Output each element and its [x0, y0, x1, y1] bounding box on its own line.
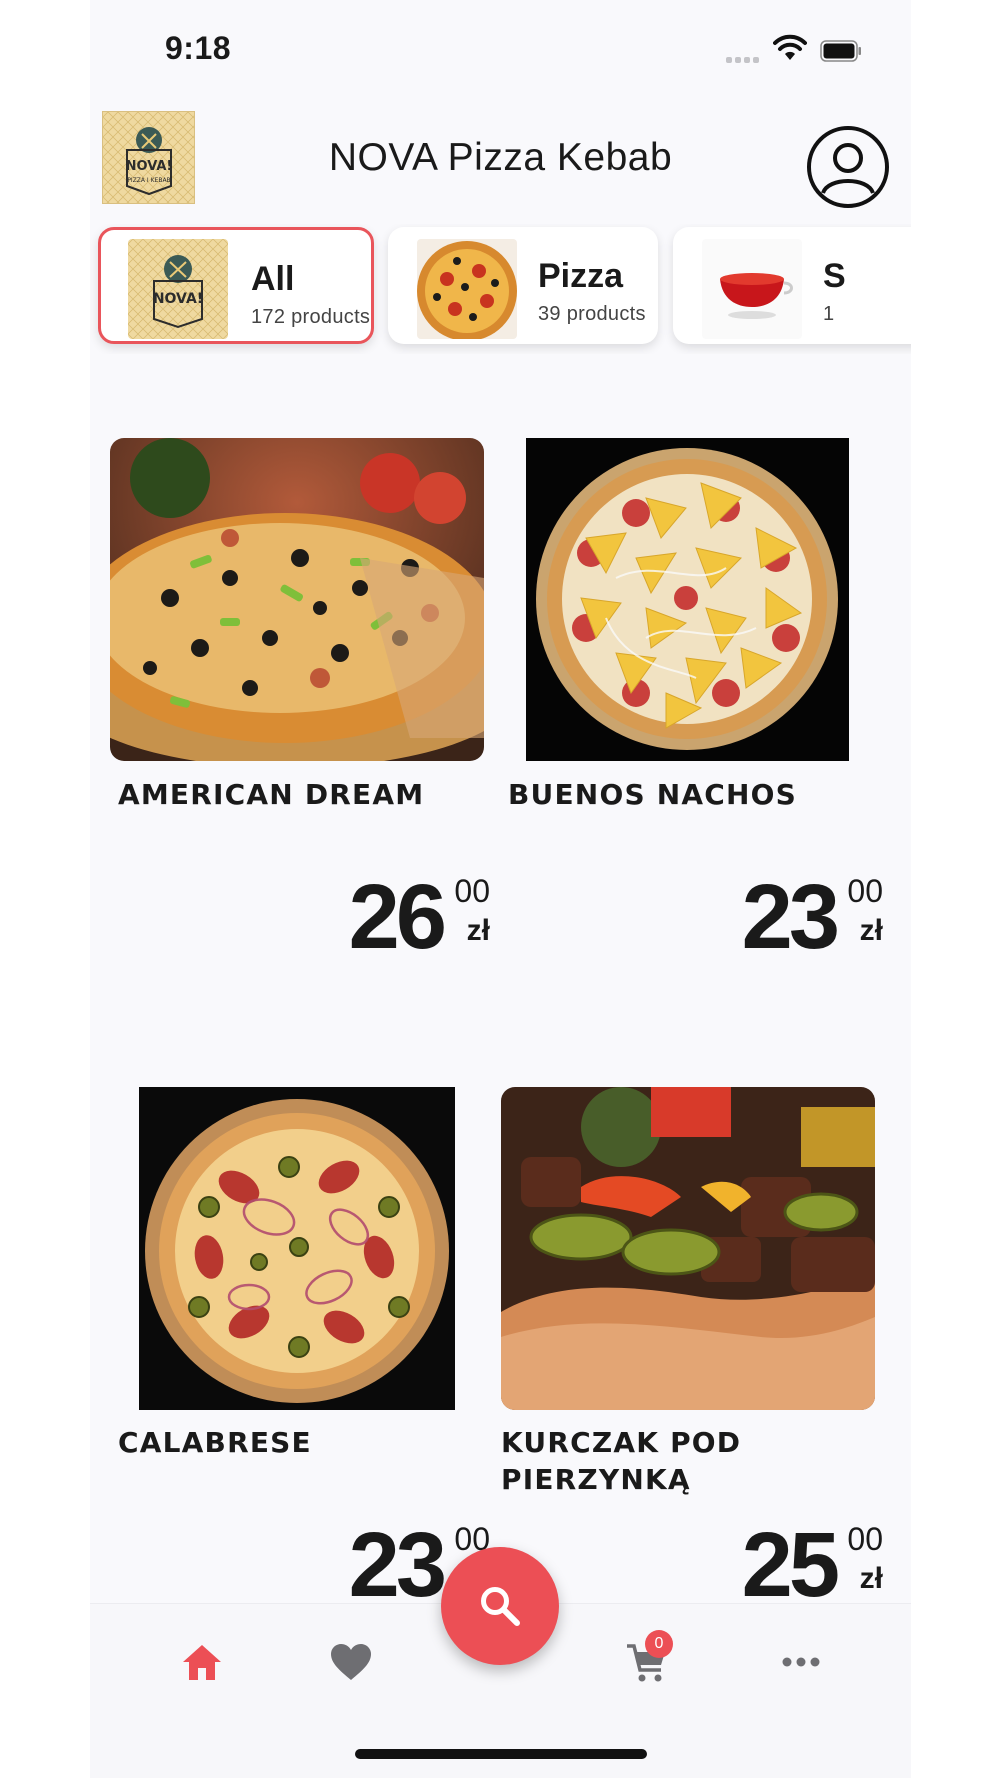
- category-sauces-image: [702, 239, 802, 339]
- status-time: 9:18: [165, 30, 232, 66]
- category-count: 39 products: [538, 303, 646, 325]
- battery-icon: [820, 40, 861, 62]
- search-icon: [481, 1587, 520, 1626]
- category-name: All: [251, 260, 295, 298]
- category-card-sauces[interactable]: S 1: [673, 227, 911, 344]
- price-decimal: 00: [847, 873, 883, 909]
- category-card-all[interactable]: NOVA! All 172 products: [98, 227, 374, 344]
- category-count: 172 products: [251, 306, 371, 328]
- price-integer: 25: [741, 1514, 840, 1616]
- app-screen: 9:18 NOVA! PIZZA I KEBAB NOVA Pizza Keba…: [90, 0, 911, 1778]
- cart-count-badge: 0: [645, 1630, 673, 1658]
- nav-cart[interactable]: 0: [617, 1630, 677, 1692]
- product-name: AMERICAN DREAM: [118, 778, 425, 811]
- wifi-icon: [773, 34, 807, 60]
- signal-icon: [726, 57, 759, 63]
- product-image[interactable]: [139, 1087, 455, 1410]
- product-name: BUENOS NACHOS: [508, 778, 798, 811]
- more-icon: [782, 1657, 820, 1667]
- category-all-image: NOVA!: [128, 239, 228, 339]
- account-icon[interactable]: [806, 125, 890, 209]
- category-strip: NOVA! All 172 products Pizza 39 products…: [90, 224, 911, 354]
- product-image[interactable]: [110, 438, 484, 761]
- nav-home[interactable]: [172, 1632, 232, 1692]
- home-indicator: [355, 1749, 647, 1759]
- category-name: Pizza: [538, 257, 624, 295]
- price-currency: zł: [859, 914, 883, 947]
- product-image[interactable]: [501, 1087, 875, 1410]
- product-price: 25 00 zł: [673, 1514, 883, 1616]
- product-price: 26 00 zł: [280, 866, 490, 968]
- status-bar: 9:18: [90, 0, 911, 100]
- product-name: KURCZAK POD PIERZYNKĄ: [501, 1426, 742, 1496]
- product-image[interactable]: [526, 438, 849, 761]
- app-header: NOVA! PIZZA I KEBAB NOVA Pizza Kebab: [90, 100, 911, 220]
- nav-favorites[interactable]: [321, 1632, 381, 1692]
- price-integer: 23: [348, 1514, 447, 1616]
- price-decimal: 00: [847, 1521, 883, 1557]
- product-name: CALABRESE: [118, 1426, 312, 1459]
- price-integer: 23: [741, 866, 840, 968]
- price-integer: 26: [348, 866, 447, 968]
- home-icon: [183, 1645, 221, 1680]
- price-decimal: 00: [454, 873, 490, 909]
- product-price: 23 00 zł: [673, 866, 883, 968]
- heart-icon: [331, 1644, 371, 1680]
- category-count: 1: [823, 303, 835, 325]
- category-card-pizza[interactable]: Pizza 39 products: [388, 227, 658, 344]
- nav-more[interactable]: [771, 1632, 831, 1692]
- price-currency: zł: [466, 914, 490, 947]
- category-pizza-image: [417, 239, 517, 339]
- search-button[interactable]: [441, 1547, 559, 1665]
- app-title: NOVA Pizza Kebab: [328, 136, 673, 179]
- category-name: S: [823, 257, 846, 295]
- svg-text:NOVA!: NOVA!: [153, 291, 203, 307]
- price-currency: zł: [859, 1562, 883, 1595]
